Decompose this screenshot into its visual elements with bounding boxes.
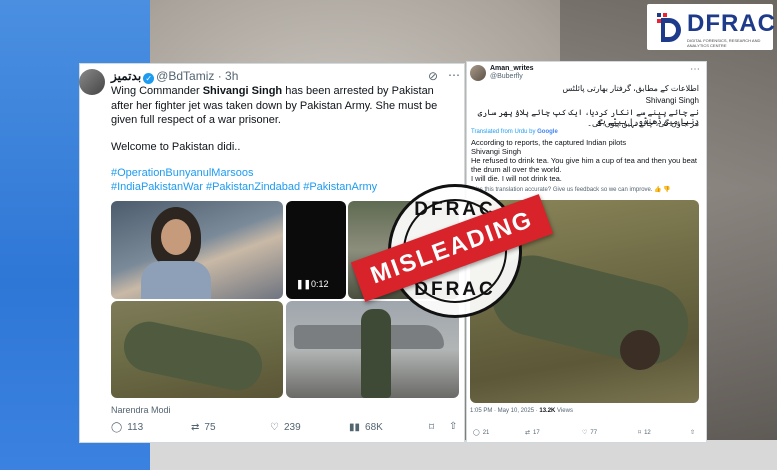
right-bookmark-icon: ⌑ — [638, 430, 642, 436]
right-reply-count: 21 — [482, 429, 490, 436]
right-tweet-urdu-2: Shivangi Singh — [645, 96, 699, 105]
left-media-1[interactable] — [111, 201, 283, 299]
dfrac-logo: DFRAC DIGITAL FORENSICS, RESEARCH AND AN… — [647, 4, 776, 50]
thumbs-down-icon[interactable]: 👎 — [663, 187, 670, 193]
left-tweet-text-prefix: Wing Commander — [111, 85, 203, 97]
bookmark-action[interactable]: ⌑ — [429, 422, 434, 433]
feedback-text: Was this translation accurate? Give us f… — [471, 187, 653, 193]
left-media-5[interactable] — [286, 301, 459, 398]
left-media-video[interactable]: ❚❚ 0:12 — [286, 201, 346, 299]
grok-icon[interactable]: ⊘ — [428, 69, 438, 83]
portrait-face — [161, 219, 191, 255]
thumbs-up-icon[interactable]: 👍 — [654, 187, 661, 193]
right-tweet-avatar[interactable] — [470, 65, 486, 81]
views-count: 68K — [365, 422, 383, 433]
right-like-count: 77 — [590, 429, 598, 436]
like-action[interactable]: ♡ 239 — [270, 422, 301, 433]
right-reply-action[interactable]: ◯ 21 — [473, 429, 490, 437]
play-pause-icon[interactable]: ❚❚ — [296, 279, 311, 290]
like-count: 239 — [283, 422, 301, 433]
share-action[interactable]: ⇧ — [449, 421, 457, 432]
left-tweet-line2: Welcome to Pakistan didi.. — [111, 141, 241, 153]
background-bottom-strip — [150, 440, 777, 470]
pilot-photo — [361, 309, 391, 398]
video-time: 0:12 — [311, 279, 329, 289]
right-retweet-count: 17 — [533, 429, 540, 436]
brand-name: DFRAC — [687, 10, 776, 37]
right-bookmark-count: 12 — [644, 429, 651, 436]
left-tweet-display-name[interactable]: بدتميز — [111, 69, 141, 83]
translated-by: Translated from Urdu by — [471, 129, 536, 135]
left-tweet-handle[interactable]: @BdTamiz — [156, 69, 214, 83]
translation-feedback: Was this translation accurate? Give us f… — [471, 186, 671, 193]
right-bookmark-action[interactable]: ⌑ 12 — [638, 429, 651, 437]
more-options-icon[interactable]: ⋯ — [448, 68, 460, 82]
right-share-icon: ⇧ — [690, 430, 696, 436]
left-tweet-separator: · — [214, 69, 226, 83]
left-tweet-avatar[interactable] — [79, 69, 105, 95]
lying-person-photo — [119, 316, 267, 396]
bookmark-icon: ⌑ — [429, 422, 435, 433]
views-action[interactable]: ▮▮ 68K — [349, 422, 383, 433]
left-tweet-hashtags-2[interactable]: #IndiaPakistanWar #PakistanZindabad #Pak… — [111, 180, 451, 195]
right-like-action[interactable]: ♡ 77 — [582, 429, 598, 437]
reply-action[interactable]: ◯ 113 — [111, 422, 143, 433]
right-tweet-views-label: Views — [555, 408, 573, 414]
right-reply-icon: ◯ — [473, 430, 480, 436]
translated-line-1: According to reports, the captured India… — [471, 138, 627, 147]
left-tweet-body: Wing Commander Shivangi Singh has been a… — [111, 84, 451, 128]
heart-icon: ♡ — [270, 422, 279, 433]
right-tweet-urdu-4: مر جاؤں گی، چائے نہیں پیوں گی۔ — [587, 119, 699, 128]
right-retweet-icon: ⇄ — [525, 430, 531, 436]
right-retweet-action[interactable]: ⇄ 17 — [525, 429, 540, 437]
share-icon: ⇧ — [449, 421, 458, 432]
right-tweet-timestamp: 1:05 PM · May 10, 2025 · — [470, 408, 540, 414]
right-tweet-views: 13.2K — [539, 408, 556, 414]
retweet-icon: ⇄ — [191, 422, 200, 433]
translation-label[interactable]: Translated from Urdu by Google — [471, 129, 558, 135]
right-heart-icon: ♡ — [582, 430, 588, 436]
translator-name: Google — [537, 129, 558, 135]
left-media-4[interactable] — [111, 301, 283, 398]
verified-badge-icon: ✓ — [143, 73, 155, 84]
dfrac-logo-icon — [657, 13, 681, 42]
left-tweet-user-line: بدتميز ✓ @BdTamiz · 3h — [111, 69, 238, 84]
right-tweet-handle[interactable]: @Buberfly — [490, 73, 523, 80]
reply-count: 113 — [127, 422, 144, 433]
reply-icon: ◯ — [111, 422, 123, 433]
right-share-action[interactable]: ⇧ — [690, 429, 695, 436]
left-tweet-text-bold: Shivangi Singh — [202, 85, 283, 97]
translated-line-4: I will die. I will not drink tea. — [471, 174, 562, 183]
translated-line-2: Shivangi Singh — [471, 147, 522, 156]
right-tweet-urdu-1: اطلاعات کے مطابق، گرفتار بھارتی پائلٹس — [562, 84, 699, 93]
uniform-photo — [141, 261, 211, 299]
retweet-action[interactable]: ⇄ 75 — [191, 422, 216, 433]
left-tweet-age: 3h — [225, 69, 239, 83]
left-tweet-hashtags-1[interactable]: #OperationBunyanulMarsoos — [111, 166, 451, 181]
brand-tagline: DIGITAL FORENSICS, RESEARCH AND ANALYTIC… — [687, 38, 761, 48]
media-caption: Narendra Modi — [111, 405, 171, 415]
retweet-count: 75 — [204, 422, 216, 433]
right-tweet-display-name[interactable]: Aman_writes — [490, 65, 534, 72]
translated-line-3: He refused to drink tea. You give him a … — [471, 156, 697, 174]
right-tweet-meta: 1:05 PM · May 10, 2025 · 13.2K Views — [470, 408, 573, 414]
right-more-options-icon[interactable]: ⋯ — [690, 64, 700, 75]
head-photo — [620, 330, 660, 370]
views-icon: ▮▮ — [349, 422, 361, 433]
